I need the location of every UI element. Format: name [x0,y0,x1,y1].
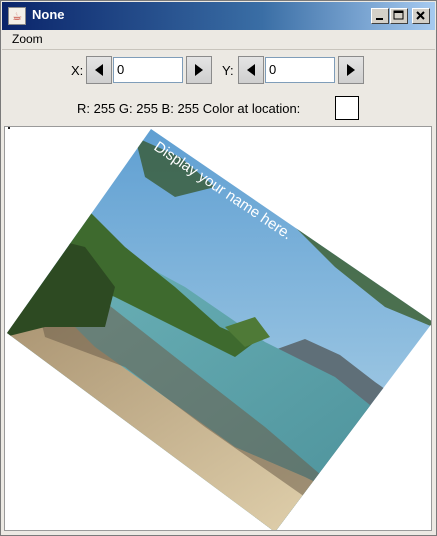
app-window: ☕ None Zoom X: 0 Y: 0 R: 255 G: 255 B: 2… [0,0,437,536]
close-icon [416,11,425,20]
left-arrow-icon [95,64,103,76]
minimize-button[interactable] [371,8,389,24]
java-cup-icon: ☕ [8,7,26,25]
left-arrow-icon [247,64,255,76]
right-arrow-icon [195,64,203,76]
maximize-icon [393,10,404,20]
x-increment-button[interactable] [186,56,212,84]
rotated-photo: Display your name here. [7,129,431,530]
close-button[interactable] [412,8,430,24]
y-field[interactable]: 0 [265,57,335,83]
y-label: Y: [222,63,234,78]
color-row: R: 255 G: 255 B: 255 Color at location: [2,93,435,123]
maximize-button[interactable] [390,8,408,24]
right-arrow-icon [347,64,355,76]
image-canvas[interactable]: Display your name here. [4,126,432,531]
y-increment-button[interactable] [338,56,364,84]
title-bar[interactable]: ☕ None [2,2,435,30]
menu-zoom[interactable]: Zoom [12,32,43,46]
color-swatch [335,96,359,120]
menu-bar: Zoom [2,30,435,50]
x-decrement-button[interactable] [86,56,112,84]
x-label: X: [71,63,84,78]
y-decrement-button[interactable] [238,56,264,84]
coordinate-row: X: 0 Y: 0 [2,51,435,91]
x-field[interactable]: 0 [113,57,183,83]
window-title: None [32,7,65,22]
minimize-icon [376,18,383,20]
color-readout: R: 255 G: 255 B: 255 Color at location: [77,101,301,116]
